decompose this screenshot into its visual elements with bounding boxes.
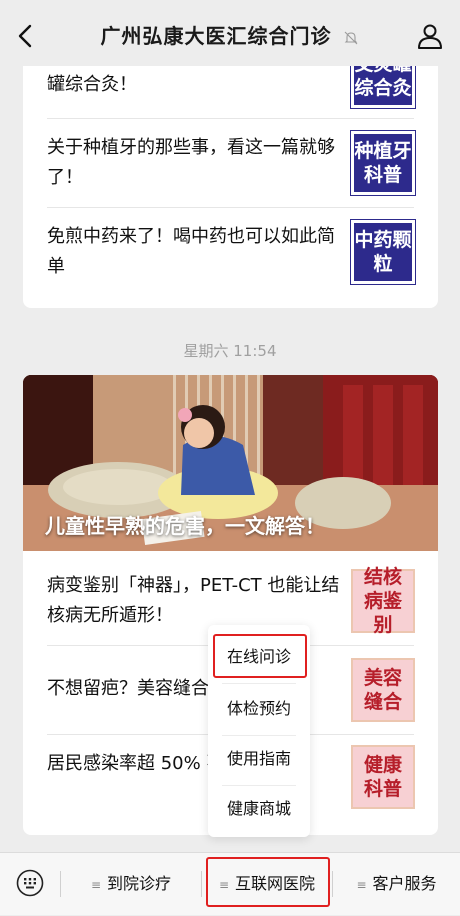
tab-internet-hospital[interactable]: ≡ 互联网医院 [202,853,332,915]
menu-item-checkup-booking[interactable]: 体检预约 [208,683,310,735]
article-row[interactable]: 免煎中药来了！喝中药也可以如此简单 中药颗粒 [23,208,438,308]
tab-label: 互联网医院 [235,874,316,893]
message-timestamp: 星期六 11:54 [183,342,277,360]
page-title: 广州弘康大医汇综合门诊 [70,20,390,49]
article-title: 免煎中药来了！喝中药也可以如此简单 [47,226,335,277]
menu-lines-icon: ≡ [90,878,102,892]
hero-article[interactable]: 儿童性早熟的危害，一文解答！ [23,375,438,551]
page-title-text: 广州弘康大医汇综合门诊 [100,24,332,48]
article-row[interactable]: 关于种植牙的那些事，看这一篇就够了！ 种植牙科普 [23,119,438,207]
mute-bell-icon [345,31,358,44]
tab-customer-service[interactable]: ≡ 客户服务 [333,853,460,915]
menu-lines-icon: ≡ [218,878,230,892]
article-title: 病变鉴别「神器」，PET-CT 也能让结核病无所遁形！ [47,575,340,626]
thumbnail-label: 中药颗粒 [354,229,412,275]
bottom-menu-bar: ≡ 到院诊疗 ≡ 互联网医院 ≡ 客户服务 [0,852,460,915]
thumbnail-label: 种植牙科普 [354,140,412,186]
thumbnail-label: 美容缝合 [363,667,402,713]
user-profile-icon[interactable] [416,22,444,50]
article-thumbnail: 健康科普 [351,745,415,809]
menu-lines-icon: ≡ [356,878,367,892]
menu-item-health-mall[interactable]: 健康商城 [208,783,310,835]
article-thumbnail: 中药颗粒 [350,219,416,285]
thumbnail-label: 健康科普 [363,754,402,800]
article-title: 罐综合灸！ [47,74,137,95]
tab-in-hospital-care[interactable]: ≡ 到院诊疗 [61,853,201,915]
article-thumbnail: 结核病鉴别 [351,566,415,636]
article-card-1: 罐综合灸！ 艾灸罐综合灸 关于种植牙的那些事，看这一篇就够了！ 种植牙科普 免煎… [23,40,438,308]
navigation-bar: 广州弘康大医汇综合门诊 [0,0,460,66]
article-title: 关于种植牙的那些事，看这一篇就够了！ [47,137,335,188]
menu-item-online-consultation[interactable]: 在线问诊 [208,631,310,683]
article-title: 不想留疤？美容缝合 [47,678,209,699]
hero-caption: 儿童性早熟的危害，一文解答！ [45,514,325,538]
tab-label: 到院诊疗 [107,874,172,893]
keyboard-icon[interactable] [16,869,44,897]
back-arrow-icon[interactable] [12,22,40,50]
menu-item-user-guide[interactable]: 使用指南 [208,733,310,785]
thumbnail-label: 结核病鉴别 [363,566,402,636]
article-thumbnail: 美容缝合 [351,658,415,722]
submenu-popup: 在线问诊 体检预约 使用指南 健康商城 [208,625,310,837]
article-thumbnail: 种植牙科普 [350,130,416,196]
tab-label: 客户服务 [372,874,437,893]
